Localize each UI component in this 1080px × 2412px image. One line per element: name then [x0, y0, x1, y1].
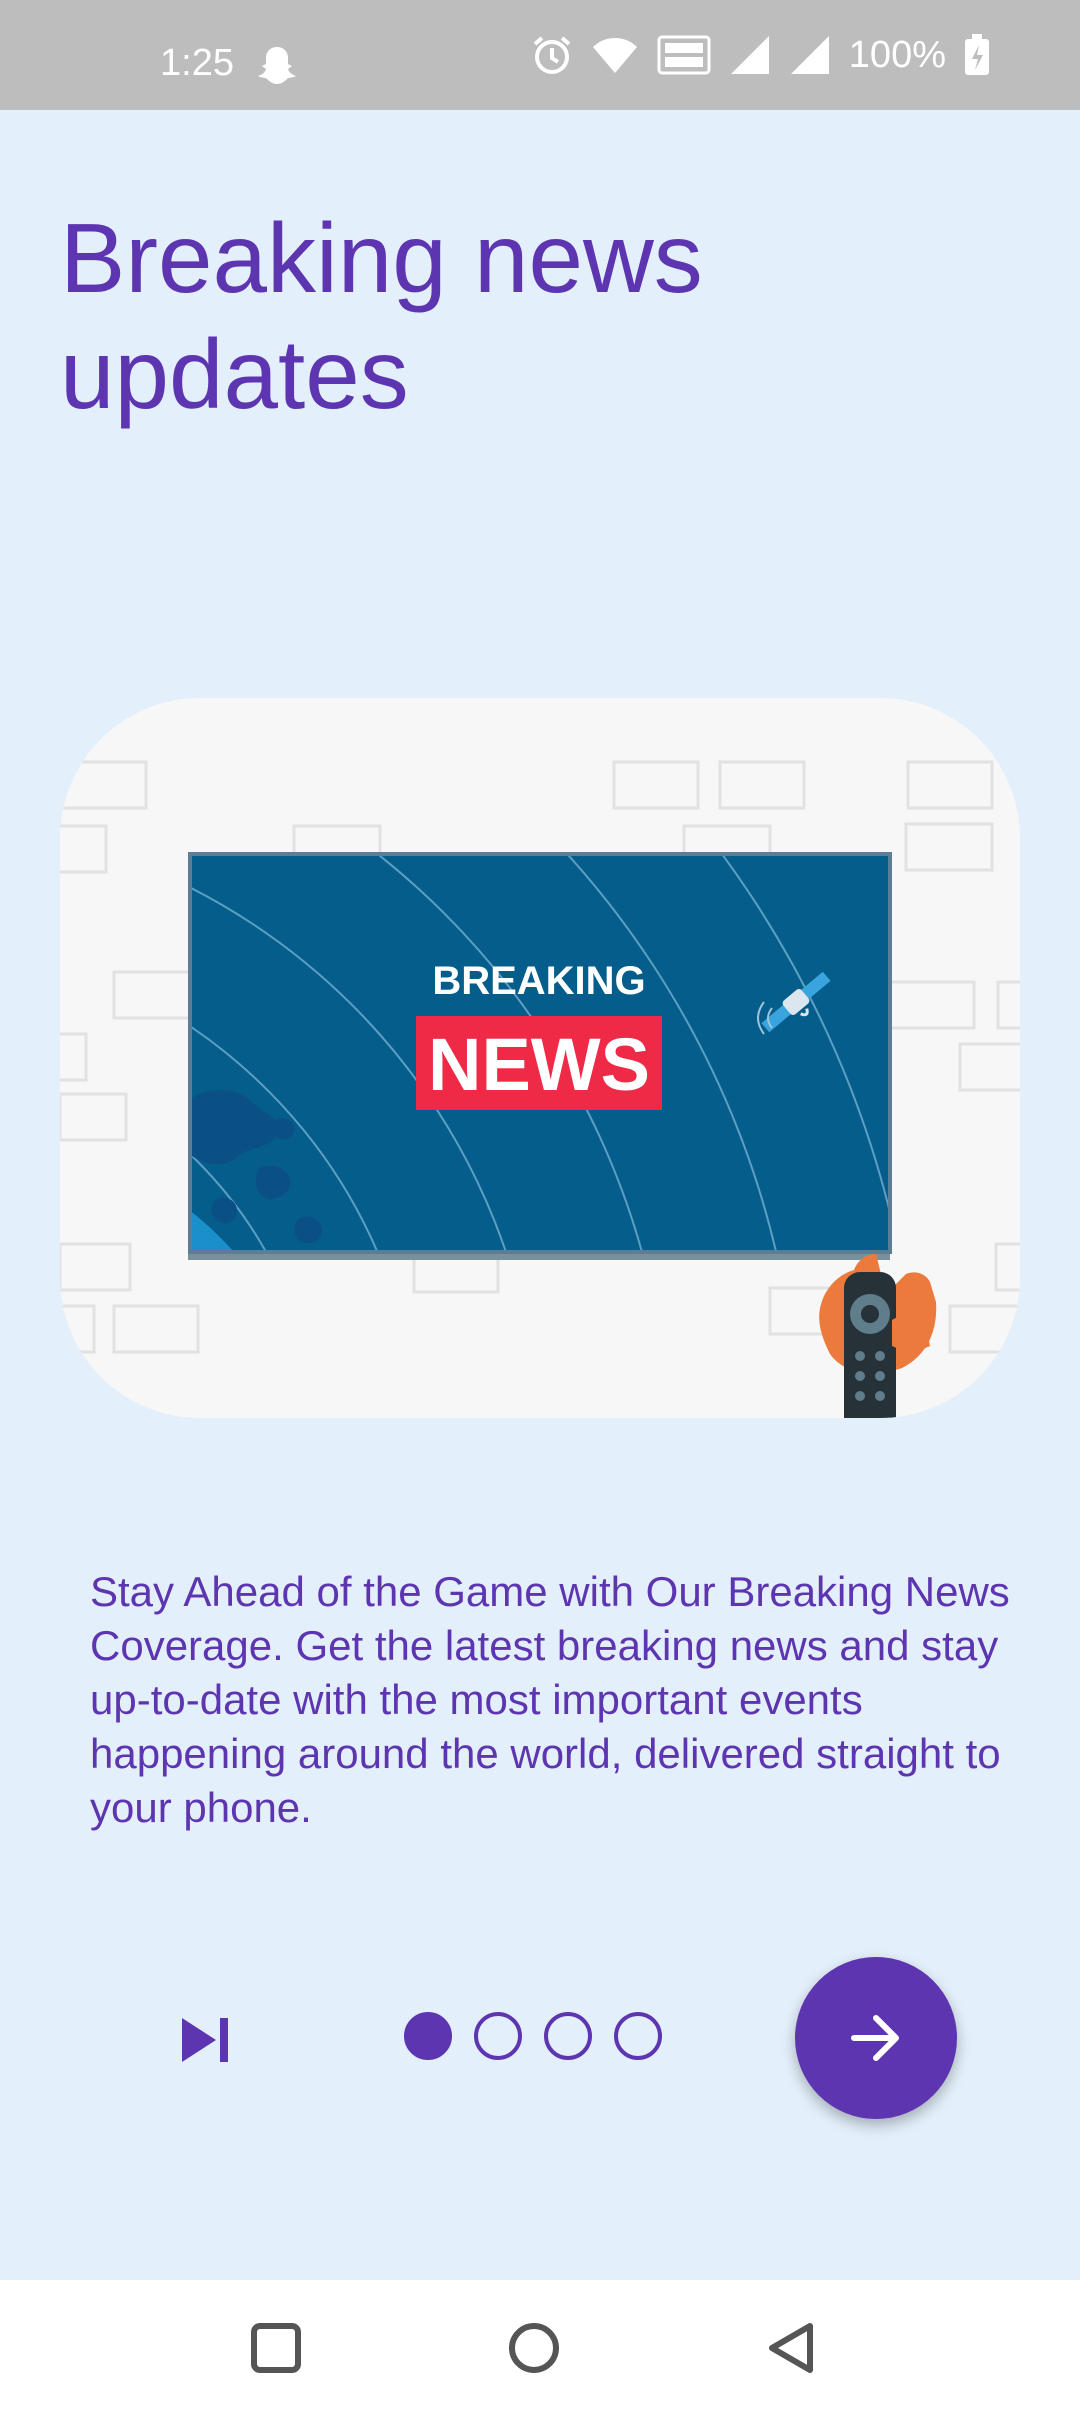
status-bar: 1:25 100% [0, 0, 1080, 110]
next-button[interactable] [795, 1957, 957, 2119]
recents-button[interactable] [248, 2320, 304, 2376]
signal-icon [789, 34, 831, 76]
breaking-label: BREAKING [432, 959, 645, 1003]
breaking-news-illustration: BREAKING NEWS [60, 698, 1020, 1418]
page-indicator [404, 2012, 662, 2060]
wifi-icon [591, 35, 639, 75]
back-button[interactable] [764, 2320, 820, 2376]
recents-square-icon [251, 2323, 301, 2373]
page-dot-3[interactable] [544, 2012, 592, 2060]
battery-charging-icon [964, 34, 990, 76]
skip-button[interactable] [170, 2010, 240, 2070]
skip-next-icon [182, 2018, 228, 2062]
page-dot-2[interactable] [474, 2012, 522, 2060]
snapchat-icon [255, 44, 299, 88]
page-dot-1[interactable] [404, 2012, 452, 2060]
alarm-icon [531, 34, 573, 76]
back-triangle-icon [769, 2323, 813, 2373]
home-button[interactable] [506, 2320, 562, 2376]
remote-hand-icon [819, 1254, 937, 1418]
arrow-right-icon [851, 2015, 899, 2061]
page-dot-4[interactable] [614, 2012, 662, 2060]
volte-icon [657, 35, 711, 75]
page-title: Breaking news updates [60, 203, 703, 429]
navigation-bar [0, 2280, 1080, 2412]
signal-icon [729, 34, 771, 76]
onboarding-description: Stay Ahead of the Game with Our Breaking… [90, 1568, 1010, 1831]
home-circle-icon [509, 2323, 559, 2373]
status-time: 1:25 [160, 42, 234, 84]
battery-percentage: 100% [848, 33, 946, 76]
news-label: NEWS [428, 1023, 650, 1106]
tv-news-image: BREAKING NEWS [60, 760, 1020, 1418]
